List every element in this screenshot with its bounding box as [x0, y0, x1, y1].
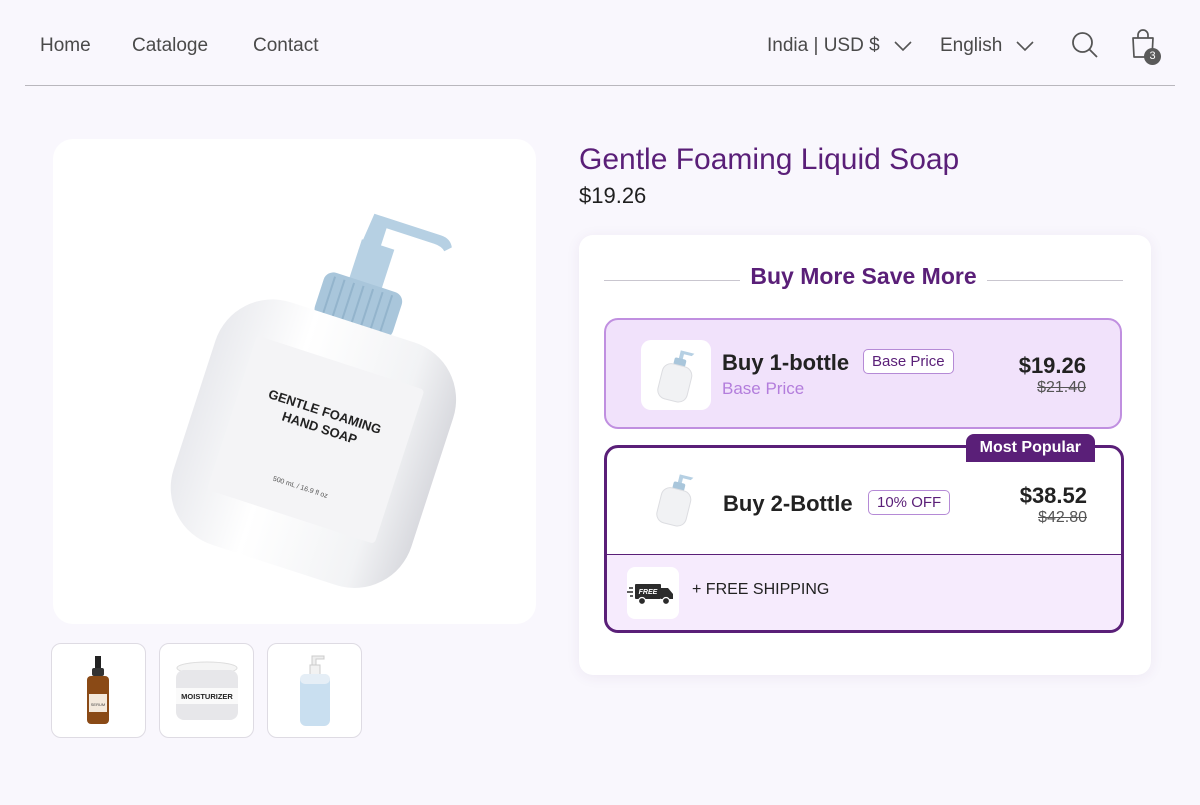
- option-1-badge: Base Price: [863, 349, 954, 374]
- soap-bottle-thumb-image: [657, 350, 695, 403]
- free-shipping-label: + FREE SHIPPING: [692, 581, 830, 598]
- product-price: $19.26: [579, 183, 647, 208]
- moisturizer-label: MOISTURIZER: [181, 692, 233, 701]
- search-icon[interactable]: [1071, 31, 1099, 59]
- thumbnail-moisturizer[interactable]: MOISTURIZER: [159, 643, 254, 738]
- option-1-image: [641, 340, 711, 410]
- bundle-option-2-bottle[interactable]: Most Popular Buy 2-Bottle 10% OFF $38.52…: [604, 434, 1124, 633]
- shipping-icon-box: FREE: [627, 567, 679, 619]
- bundle-heading-text: Buy More Save More: [740, 263, 987, 289]
- product-title: Gentle Foaming Liquid Soap: [579, 143, 960, 176]
- truck-free-text: FREE: [639, 589, 658, 596]
- cart-button[interactable]: 3: [1130, 29, 1164, 65]
- option-2-price: $38.52: [1019, 483, 1087, 508]
- chevron-down-icon: [894, 40, 912, 51]
- option-2-image: [640, 464, 710, 534]
- option-1-compare-price: $21.40: [1037, 379, 1086, 396]
- option-1-title: Buy 1-bottle: [722, 350, 850, 375]
- nav-home-link[interactable]: Home: [40, 35, 91, 57]
- option-2-compare-price: $42.80: [1038, 509, 1087, 526]
- soap-bottle-thumb-image: [656, 474, 694, 527]
- option-2-badge: 10% OFF: [868, 490, 951, 515]
- site-header: Home Cataloge Contact India | USD $ Engl…: [25, 0, 1175, 86]
- nav-contact-link[interactable]: Contact: [253, 35, 318, 57]
- serum-label: SERUM: [91, 702, 105, 707]
- serum-bottle-image: SERUM: [87, 656, 109, 724]
- most-popular-tag: Most Popular: [965, 434, 1095, 462]
- bundle-offer-card: Buy More Save More Buy 1-bottle Base Pri…: [579, 235, 1151, 675]
- region-currency-label: India | USD $: [767, 35, 880, 56]
- cart-count-badge: 3: [1144, 48, 1161, 65]
- region-currency-selector[interactable]: India | USD $: [767, 35, 912, 57]
- free-shipping-row: FREE + FREE SHIPPING: [607, 554, 1121, 630]
- language-label: English: [940, 35, 1003, 56]
- thumbnail-pump-bottle[interactable]: [267, 643, 362, 738]
- language-selector[interactable]: English: [940, 35, 1034, 57]
- option-1-price: $19.26: [1018, 353, 1086, 378]
- option-1-subtitle: Base Price: [722, 379, 805, 398]
- thumbnail-serum[interactable]: SERUM: [51, 643, 146, 738]
- soap-bottle-image: GENTLE FOAMING HAND SOAP 500 mL / 16.9 f…: [170, 213, 457, 588]
- moisturizer-jar-image: MOISTURIZER: [176, 661, 238, 720]
- main-product-image[interactable]: GENTLE FOAMING HAND SOAP 500 mL / 16.9 f…: [53, 139, 536, 624]
- bundle-heading: Buy More Save More: [604, 263, 1123, 290]
- pump-bottle-image: [300, 655, 330, 726]
- bundle-heading-row: Buy More Save More: [604, 263, 1123, 297]
- chevron-down-icon: [1016, 40, 1034, 51]
- bundle-option-1-bottle[interactable]: Buy 1-bottle Base Price Base Price $19.2…: [604, 318, 1122, 429]
- option-2-title: Buy 2-Bottle: [723, 491, 853, 516]
- delivery-truck-icon: FREE: [627, 584, 673, 606]
- nav-catalog-link[interactable]: Cataloge: [132, 35, 208, 57]
